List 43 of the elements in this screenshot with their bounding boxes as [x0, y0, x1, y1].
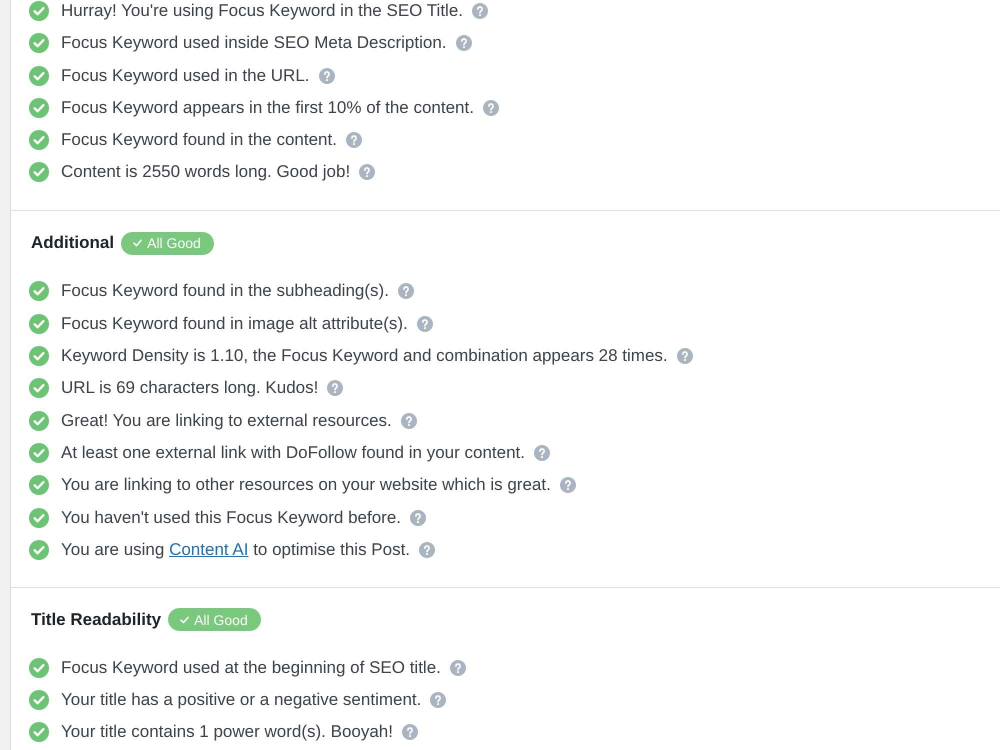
check-icon — [133, 239, 142, 248]
check-message: Focus Keyword found in the subheading(s). — [61, 280, 389, 302]
badge-label: All Good — [147, 235, 201, 252]
help-icon[interactable] — [327, 380, 344, 396]
help-icon[interactable] — [359, 164, 376, 180]
help-icon[interactable] — [400, 412, 417, 429]
help-icon[interactable] — [419, 542, 436, 558]
check-message: Focus Keyword used inside SEO Meta Description. — [61, 32, 447, 54]
check-message: You haven't used this Focus Keyword before. — [61, 506, 401, 529]
section-heading: Title Readability — [31, 610, 162, 630]
check-message: Focus Keyword appears in the first 10% of the content. — [61, 96, 474, 119]
check-message: Focus Keyword used at the beginning of SEO title. — [61, 656, 441, 679]
help-icon[interactable] — [534, 444, 550, 461]
help-icon[interactable] — [346, 132, 362, 148]
help-icon[interactable] — [560, 477, 576, 494]
check-message: Keyword Density is 1.10, the Focus Keyword and combination appears 28 times. — [61, 345, 668, 368]
check-message: Focus Keyword found in the content. — [61, 129, 337, 152]
check-message: Focus Keyword used in the URL. — [61, 64, 310, 87]
help-icon[interactable] — [398, 283, 414, 300]
check-message: Content is 2550 words long. Good job! — [61, 161, 350, 184]
help-icon[interactable] — [430, 692, 446, 708]
help-icon[interactable] — [450, 660, 466, 676]
help-icon[interactable] — [472, 3, 488, 19]
help-icon[interactable] — [410, 510, 426, 526]
check-message: Focus Keyword found in image alt attribute(s). — [61, 312, 408, 335]
check-message: You are using Content AI to optimise this Post. — [61, 538, 410, 561]
check-message: You are linking to other resources on your website which is great. — [61, 474, 551, 496]
section-heading: Additional — [31, 233, 114, 254]
help-icon[interactable] — [318, 68, 335, 84]
check-message: Great! You are linking to external resources. — [61, 410, 392, 432]
help-icon[interactable] — [456, 35, 472, 52]
badge-label: All Good — [194, 612, 248, 628]
check-message: At least one external link with DoFollow found in your content. — [61, 442, 525, 464]
check-message: URL is 69 characters long. Kudos! — [61, 377, 318, 400]
help-icon[interactable] — [416, 316, 433, 332]
check-icon — [180, 616, 190, 624]
check-message: Your title has a positive or a negative sentiment. — [61, 689, 422, 712]
help-icon[interactable] — [402, 724, 418, 740]
check-message: Your title contains 1 power word(s). Booyah! — [61, 721, 393, 744]
help-icon[interactable] — [676, 348, 693, 364]
check-message: Hurray! You're using Focus Keyword in the SEO Title. — [61, 0, 463, 22]
inline-link[interactable]: Content AI — [169, 540, 248, 559]
help-icon[interactable] — [482, 100, 499, 116]
